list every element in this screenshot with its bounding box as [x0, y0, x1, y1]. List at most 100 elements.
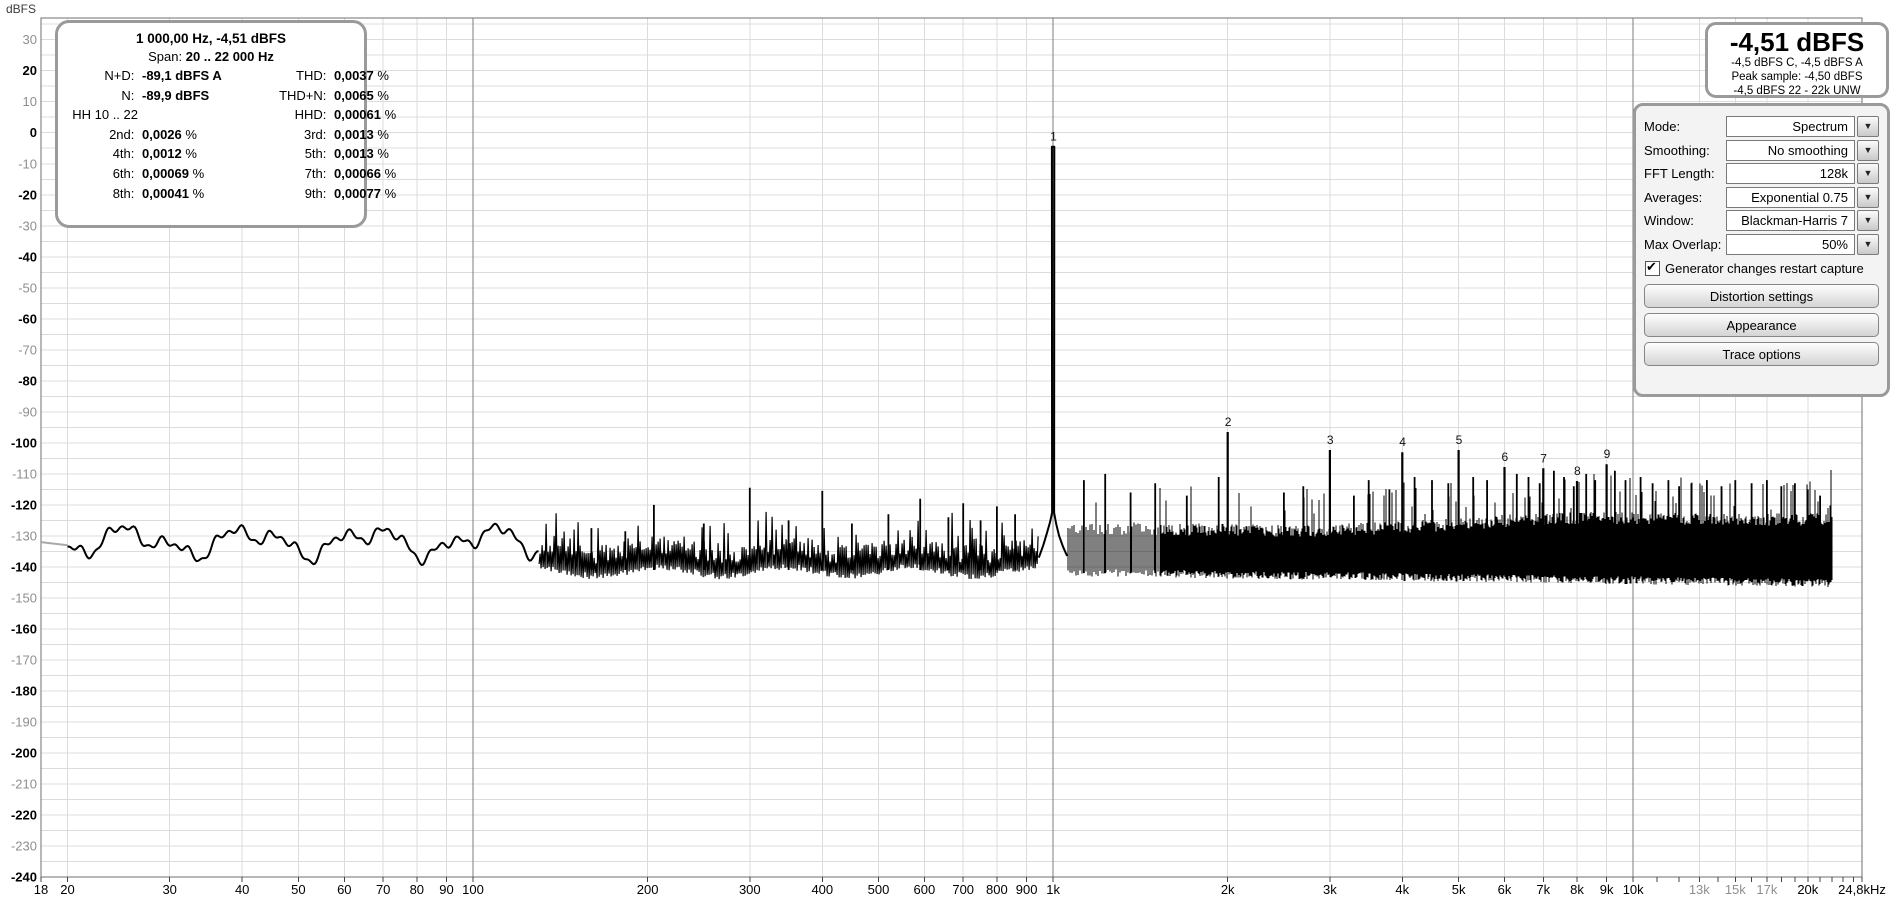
max-overlap-select[interactable]: 50% ▼ — [1726, 234, 1879, 255]
svg-text:4k: 4k — [1395, 882, 1409, 897]
svg-text:600: 600 — [914, 882, 936, 897]
chevron-down-icon[interactable]: ▼ — [1857, 187, 1879, 208]
max-overlap-label: Max Overlap: — [1644, 237, 1726, 252]
chevron-down-icon[interactable]: ▼ — [1857, 234, 1879, 255]
svg-text:-150: -150 — [11, 590, 37, 605]
svg-text:13k: 13k — [1689, 882, 1710, 897]
hhd-value: 0,00061 % — [334, 107, 396, 122]
svg-text:300: 300 — [739, 882, 761, 897]
window-label: Window: — [1644, 213, 1726, 228]
svg-text:9: 9 — [1604, 447, 1611, 461]
svg-text:-90: -90 — [18, 404, 37, 419]
level-band: -4,5 dBFS 22 - 22k UNW — [1708, 84, 1886, 98]
fft-length-value[interactable]: 128k — [1726, 163, 1855, 184]
averages-value[interactable]: Exponential 0.75 — [1726, 187, 1855, 208]
svg-text:60: 60 — [337, 882, 351, 897]
h8-value: 0,00041 % — [142, 186, 242, 201]
averages-select[interactable]: Exponential 0.75 ▼ — [1726, 187, 1879, 208]
h5-label: 5th: — [246, 146, 330, 161]
hh-value — [142, 107, 242, 122]
thd-value: 0,0037 % — [334, 68, 396, 83]
svg-text:7: 7 — [1540, 451, 1547, 465]
span-readout: Span: 20 .. 22 000 Hz — [66, 49, 356, 68]
svg-text:20k: 20k — [1797, 882, 1818, 897]
window-value[interactable]: Blackman-Harris 7 — [1726, 210, 1855, 231]
svg-text:17k: 17k — [1756, 882, 1777, 897]
generator-restart-checkbox[interactable] — [1645, 261, 1660, 276]
h9-value: 0,00077 % — [334, 186, 396, 201]
chevron-down-icon[interactable]: ▼ — [1857, 210, 1879, 231]
svg-text:9k: 9k — [1600, 882, 1614, 897]
svg-text:-220: -220 — [11, 808, 37, 823]
svg-text:20: 20 — [23, 63, 37, 78]
svg-text:-50: -50 — [18, 280, 37, 295]
svg-text:-210: -210 — [11, 777, 37, 792]
max-overlap-value[interactable]: 50% — [1726, 234, 1855, 255]
svg-text:400: 400 — [811, 882, 833, 897]
svg-text:-70: -70 — [18, 342, 37, 357]
generator-restart-row: Generator changes restart capture — [1644, 257, 1879, 279]
measurement-readout-box: 1 000,00 Hz, -4,51 dBFS Span: 20 .. 22 0… — [55, 20, 367, 228]
svg-text:700: 700 — [952, 882, 974, 897]
h3-label: 3rd: — [246, 127, 330, 142]
chevron-down-icon[interactable]: ▼ — [1857, 163, 1879, 184]
trace-options-button[interactable]: Trace options — [1644, 342, 1879, 366]
svg-text:7k: 7k — [1536, 882, 1550, 897]
svg-text:-200: -200 — [11, 746, 37, 761]
h4-value: 0,0012 % — [142, 146, 242, 161]
svg-text:100: 100 — [462, 882, 484, 897]
mode-value[interactable]: Spectrum — [1726, 116, 1855, 137]
svg-text:900: 900 — [1016, 882, 1038, 897]
hhd-label: HHD: — [246, 107, 330, 122]
mode-row: Mode: Spectrum ▼ — [1644, 115, 1879, 139]
svg-text:-230: -230 — [11, 839, 37, 854]
smoothing-select[interactable]: No smoothing ▼ — [1726, 140, 1879, 161]
appearance-button[interactable]: Appearance — [1644, 313, 1879, 337]
h2-value: 0,0026 % — [142, 127, 242, 142]
svg-text:-80: -80 — [18, 373, 37, 388]
svg-text:24,8kHz: 24,8kHz — [1838, 882, 1886, 897]
svg-text:-120: -120 — [11, 497, 37, 512]
chevron-down-icon[interactable]: ▼ — [1857, 140, 1879, 161]
svg-text:6: 6 — [1502, 450, 1509, 464]
svg-text:-20: -20 — [18, 187, 37, 202]
h6-label: 6th: — [66, 166, 138, 181]
svg-text:20: 20 — [60, 882, 74, 897]
svg-text:5k: 5k — [1452, 882, 1466, 897]
distortion-settings-button[interactable]: Distortion settings — [1644, 284, 1879, 308]
thdn-value: 0,0065 % — [334, 88, 396, 103]
svg-text:-100: -100 — [11, 435, 37, 450]
h7-value: 0,00066 % — [334, 166, 396, 181]
smoothing-value[interactable]: No smoothing — [1726, 140, 1855, 161]
mode-select[interactable]: Spectrum ▼ — [1726, 116, 1879, 137]
svg-text:30: 30 — [162, 882, 176, 897]
svg-text:-190: -190 — [11, 714, 37, 729]
svg-text:8: 8 — [1574, 464, 1581, 478]
chevron-down-icon[interactable]: ▼ — [1857, 116, 1879, 137]
svg-text:15k: 15k — [1725, 882, 1746, 897]
h8-label: 8th: — [66, 186, 138, 201]
level-meter-box: -4,51 dBFS -4,5 dBFS C, -4,5 dBFS A Peak… — [1705, 22, 1889, 98]
svg-text:10: 10 — [23, 94, 37, 109]
svg-text:80: 80 — [410, 882, 424, 897]
fft-length-select[interactable]: 128k ▼ — [1726, 163, 1879, 184]
svg-text:-180: -180 — [11, 683, 37, 698]
n-value: -89,9 dBFS — [142, 88, 242, 103]
svg-text:-160: -160 — [11, 621, 37, 636]
svg-text:5: 5 — [1456, 433, 1463, 447]
svg-text:6k: 6k — [1498, 882, 1512, 897]
averages-row: Averages: Exponential 0.75 ▼ — [1644, 186, 1879, 210]
svg-text:2: 2 — [1225, 415, 1232, 429]
svg-text:0: 0 — [30, 125, 37, 140]
nd-value: -89,1 dBFS A — [142, 68, 242, 83]
svg-text:40: 40 — [235, 882, 249, 897]
level-peak-sample: Peak sample: -4,50 dBFS — [1708, 70, 1886, 84]
fft-length-label: FFT Length: — [1644, 166, 1726, 181]
svg-text:30: 30 — [23, 32, 37, 47]
svg-text:800: 800 — [986, 882, 1008, 897]
window-select[interactable]: Blackman-Harris 7 ▼ — [1726, 210, 1879, 231]
fft-length-row: FFT Length: 128k ▼ — [1644, 162, 1879, 186]
h7-label: 7th: — [246, 166, 330, 181]
level-value: -4,51 dBFS — [1708, 28, 1886, 56]
svg-text:3k: 3k — [1323, 882, 1337, 897]
